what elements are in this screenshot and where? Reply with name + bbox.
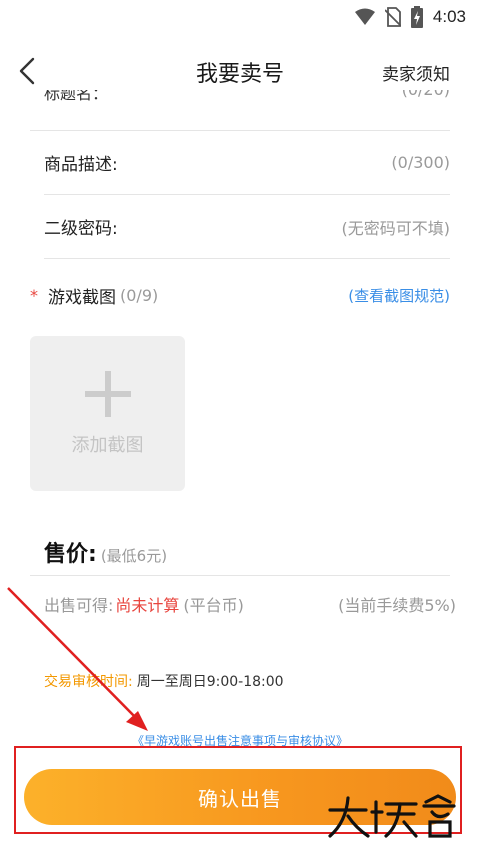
earnings-value: 尚未计算 [115, 596, 180, 615]
add-screenshot-label: 添加截图 [71, 434, 144, 456]
screenshot-header: * 游戏截图 (0/9) (查看截图规范) [30, 280, 450, 310]
secondary-password-label: 二级密码: [44, 219, 118, 239]
status-bar: 4:03 [0, 0, 480, 34]
screenshot-label: 游戏截图 [48, 287, 116, 308]
price-input[interactable]: (最低6元) [101, 545, 167, 566]
status-time: 4:03 [432, 7, 466, 26]
divider [30, 575, 450, 576]
review-time-value: 周一至周日9:00-18:00 [136, 674, 284, 690]
earnings-row: 出售可得: 尚未计算 (平台币) (当前手续费5%) [44, 592, 456, 616]
screenshot-count: (0/9) [120, 285, 159, 305]
earnings-unit: (平台币) [183, 596, 244, 615]
earnings-label: 出售可得: [44, 596, 114, 615]
title-row-label: 标题名： [44, 90, 109, 103]
fee-note: (当前手续费5%) [338, 596, 456, 615]
add-screenshot-button[interactable]: 添加截图 [30, 336, 185, 491]
review-time-label: 交易审核时间: [44, 674, 133, 690]
plus-icon [84, 370, 131, 417]
review-time: 交易审核时间: 周一至周日9:00-18:00 [44, 671, 284, 691]
seller-notice-link[interactable]: 卖家须知 [382, 60, 450, 85]
description-input[interactable]: (0/300) [391, 153, 450, 172]
description-row[interactable]: 商品描述: (0/300) [44, 131, 450, 195]
title-row-clipped[interactable]: 标题名： (0/20) [44, 90, 450, 106]
price-label: 售价: [44, 542, 97, 567]
no-sim-icon [384, 7, 401, 27]
secondary-password-input[interactable]: (无密码可不填) [342, 215, 451, 239]
secondary-password-row[interactable]: 二级密码: (无密码可不填) [44, 195, 450, 259]
battery-charging-icon [410, 6, 423, 28]
title-row-hint: (0/20) [402, 90, 450, 99]
screenshot-spec-link[interactable]: (查看截图规范) [348, 285, 450, 306]
price-section[interactable]: 售价: (最低6元) [44, 536, 167, 568]
description-label: 商品描述: [44, 155, 118, 175]
wifi-icon [354, 8, 375, 25]
required-mark: * [30, 285, 38, 305]
watermark-logo [328, 794, 456, 838]
